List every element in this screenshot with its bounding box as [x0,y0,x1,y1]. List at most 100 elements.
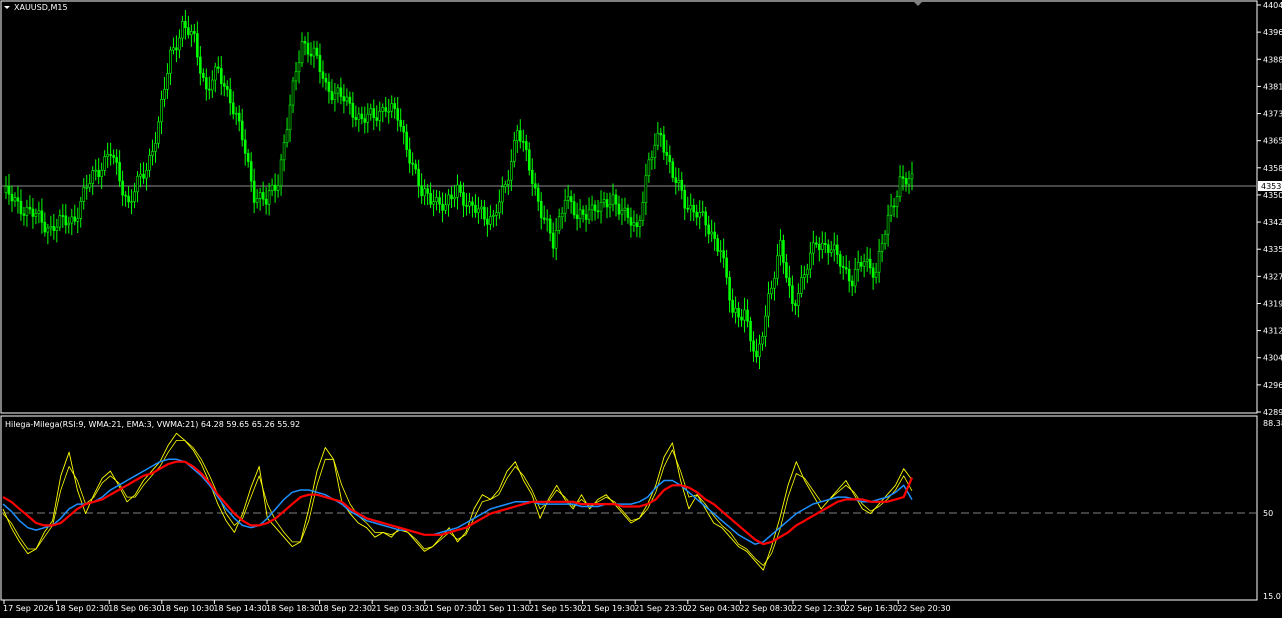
candle-body [698,212,702,218]
candle-body [46,227,50,233]
candle-body [169,49,172,74]
candle-body [477,208,480,213]
candle-body [886,214,890,235]
candle-body [596,210,600,213]
candle-body [605,199,609,208]
candle-body [456,184,459,198]
candle-body [19,200,23,215]
candle-body [453,197,456,200]
candle-body [563,200,567,214]
candle-body [776,255,779,279]
time-axis[interactable]: 17 Sep 2026 18 Sep 02:30 18 Sep 06:30 18 Se… [3,600,951,613]
symbol-menu-icon[interactable] [4,6,10,9]
price-axis[interactable]: 4404. 4396. 4388. 4381. 4373. 4365. 4358. 4350.… [1257,1,1282,417]
candle-body [779,240,782,257]
candle-body [620,210,624,215]
candle-body [707,224,710,235]
time-tick-label: 18 Sep 22:30 [319,604,372,613]
indicator-pane-frame [0,415,1258,601]
candle-body [737,307,740,318]
candle-body [578,209,582,220]
candle-body [318,55,322,73]
candle-body [626,207,630,218]
candle-body [898,176,902,197]
candle-body [572,201,576,216]
candle-body [55,226,59,231]
time-tick-label: 18 Sep 06:30 [108,604,161,613]
candle-body [644,175,648,203]
candle-body [348,96,352,104]
candle-body [647,159,651,177]
candle-body [856,262,860,270]
price-tick-label: 4342. [1263,218,1282,227]
candle-body [468,201,471,207]
candle-body [393,103,397,109]
candle-body [360,113,364,119]
candle-body [483,206,486,220]
candle-body [800,277,803,294]
current-price-label: 4353. [1261,182,1282,191]
candle-body [7,186,11,195]
candle-body [231,102,235,115]
candle-body [797,293,800,306]
candle-body [61,215,65,217]
candle-body [653,144,657,158]
candle-body [689,204,693,210]
candle-body [43,221,47,233]
time-tick-label: 21 Sep 03:30 [371,604,424,613]
candle-body [94,169,97,172]
candle-body [154,142,157,152]
price-tick-label: 4289. [1263,408,1282,417]
time-tick-label: 22 Sep 20:30 [897,604,950,613]
candle-body [501,186,504,203]
candle-body [554,230,558,249]
candle-body [300,41,304,64]
candle-body [489,216,492,225]
candle-body [136,175,139,193]
chart-shift-marker-icon[interactable] [914,2,922,6]
candle-body [880,243,884,252]
price-tick-label: 4381. [1263,82,1282,91]
candle-body [809,252,812,270]
candle-body [683,189,687,209]
candle-body [187,27,190,36]
candle-body [70,216,74,224]
candle-body [662,134,666,153]
candle-body [399,119,402,127]
candle-body [557,216,561,231]
candle-body [587,209,591,220]
candle-body [815,242,818,245]
candle-body [716,238,719,252]
time-tick-label: 21 Sep 19:30 [582,604,635,613]
candle-body [542,217,546,220]
candle-body [818,243,821,250]
candle-body [462,192,465,206]
candle-body [267,190,271,205]
candle-body [877,251,881,273]
candle-body [749,320,752,342]
candle-body [791,285,794,304]
candle-body [88,183,92,188]
candle-body [480,206,483,210]
trading-chart[interactable]: XAUUSD,M15 Hilega-Milega(RSI:9, WMA:21, … [0,0,1282,618]
candle-body [575,214,579,220]
candle-body [157,121,160,144]
candle-body [369,108,373,115]
candle-body [910,173,914,180]
candle-body [545,218,549,221]
candle-body [216,66,220,69]
candle-body [734,307,737,313]
candle-body [64,215,68,226]
candle-body [638,220,642,228]
candle-body [782,240,785,263]
price-tick-label: 4304. [1263,354,1282,363]
candle-body [255,197,259,203]
candle-body [276,185,280,191]
candle-body [617,203,621,215]
candle-body [291,80,295,106]
candle-body [435,197,438,202]
candle-body [336,87,340,94]
candle-body [408,149,411,164]
candle-body [354,117,358,120]
time-tick-label: 18 Sep 10:30 [161,604,214,613]
